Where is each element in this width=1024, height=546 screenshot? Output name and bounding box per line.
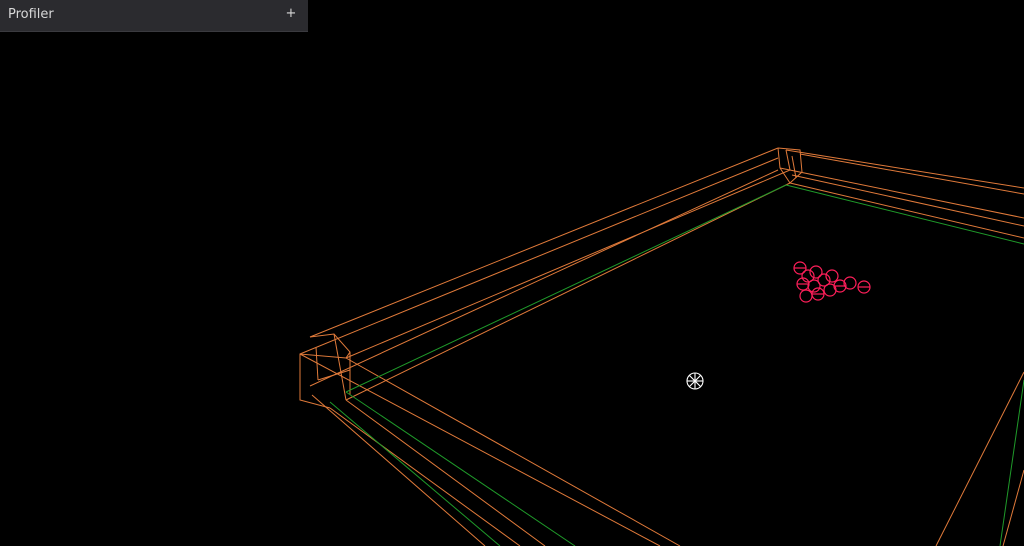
scene-viewport[interactable] [0, 0, 1024, 546]
cue-object [686, 372, 704, 390]
profiler-panel[interactable]: Profiler + [0, 0, 308, 32]
arena-walls [299, 147, 1024, 546]
arena-floor-edges [329, 184, 1024, 546]
ball-cluster [793, 261, 871, 303]
scene-wireframe-render [299, 147, 1024, 546]
profiler-title: Profiler [8, 7, 54, 22]
add-icon[interactable]: + [282, 5, 300, 23]
